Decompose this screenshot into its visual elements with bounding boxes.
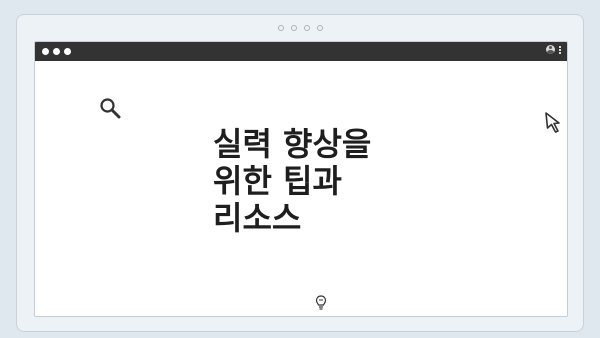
app-window: 실력 향상을 위한 팁과 리소스 [34,41,568,317]
lightbulb-icon [315,295,327,310]
indicator-dot [317,25,323,31]
title-bar [35,42,567,61]
frame-indicator-dots [278,25,323,31]
indicator-dot [291,25,297,31]
user-icon[interactable] [546,45,555,54]
indicator-dot [278,25,284,31]
kebab-menu-icon[interactable] [559,45,561,54]
zoom-dot[interactable] [64,48,71,55]
window-controls [42,48,71,55]
title-bar-actions [546,45,561,54]
search-icon [100,98,121,119]
cursor-icon [545,112,560,133]
page-title: 실력 향상을 위한 팁과 리소스 [213,125,372,237]
indicator-dot [304,25,310,31]
browser-frame: 실력 향상을 위한 팁과 리소스 [16,14,584,332]
close-dot[interactable] [42,48,49,55]
minimize-dot[interactable] [53,48,60,55]
